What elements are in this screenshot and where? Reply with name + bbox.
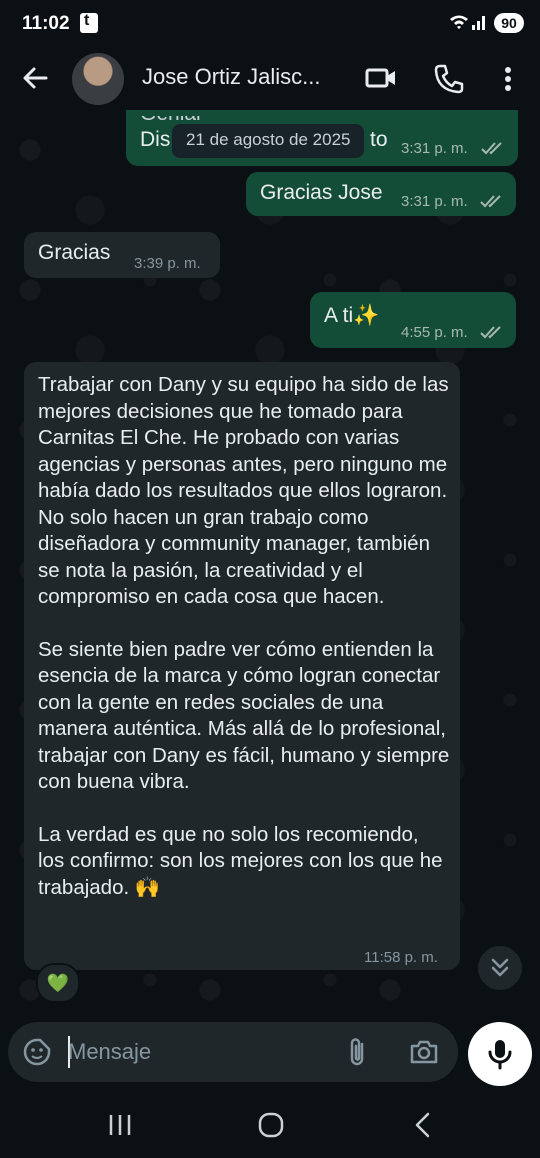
message-paragraph: Se siente bien padre ver cómo entienden … <box>38 637 450 794</box>
camera-button[interactable] <box>408 1036 440 1068</box>
double-chevron-down-icon <box>491 958 509 977</box>
more-vertical-icon <box>505 67 511 91</box>
message-bubble[interactable]: Gracias Jose 3:31 p. m. <box>246 172 516 216</box>
message-paragraph: La verdad es que no solo los recomiendo,… <box>38 822 443 899</box>
sticker-icon <box>23 1038 51 1066</box>
scroll-to-bottom-button[interactable] <box>478 946 522 990</box>
video-call-button[interactable] <box>364 62 398 94</box>
message-input[interactable] <box>68 1032 328 1072</box>
microphone-icon <box>488 1040 512 1070</box>
message-time: 3:31 p. m. <box>401 140 468 157</box>
recent-apps-button[interactable] <box>108 1114 132 1136</box>
message-text-end: to <box>370 128 388 151</box>
paperclip-icon <box>350 1038 364 1066</box>
home-button[interactable] <box>258 1112 284 1138</box>
chat-messages[interactable]: Genial Dis to 3:31 p. m. 21 de agosto de… <box>0 110 540 1022</box>
message-input-container <box>8 1022 458 1082</box>
message-text: Dis <box>140 128 171 151</box>
signal-icon <box>472 14 488 30</box>
phone-icon <box>434 64 464 94</box>
message-time: 11:58 p. m. <box>364 949 438 966</box>
arrow-left-icon <box>23 67 48 89</box>
video-camera-icon <box>365 68 395 88</box>
contact-name[interactable]: Jose Ortiz Jalisc... <box>142 64 320 90</box>
contact-avatar[interactable] <box>72 53 124 105</box>
system-nav-bar <box>0 1092 540 1158</box>
reaction-badge[interactable]: 💚 <box>36 963 80 1003</box>
attach-button[interactable] <box>344 1036 370 1068</box>
voice-message-button[interactable] <box>468 1022 532 1086</box>
double-check-icon <box>481 141 505 155</box>
back-nav-button[interactable] <box>412 1112 432 1138</box>
double-check-icon <box>480 325 504 339</box>
message-bubble[interactable]: A ti✨ 4:55 p. m. <box>310 292 516 348</box>
message-time: 3:39 p. m. <box>134 255 201 272</box>
message-text: A ti✨ <box>324 304 380 327</box>
status-time: 11:02 <box>22 13 70 34</box>
message-text: Trabajar con Dany y su equipo ha sido de… <box>38 372 450 901</box>
compose-bar <box>0 1022 540 1088</box>
home-icon <box>258 1112 284 1138</box>
message-text: Gracias Jose <box>260 181 383 204</box>
wifi-icon <box>449 14 469 30</box>
chevron-left-icon <box>415 1112 430 1138</box>
message-time: 4:55 p. m. <box>401 324 468 341</box>
battery-icon: 90 <box>494 13 524 33</box>
chat-header: Jose Ortiz Jalisc... <box>0 48 540 110</box>
message-time: 3:31 p. m. <box>401 193 468 210</box>
sticker-button[interactable] <box>22 1037 52 1067</box>
date-chip: 21 de agosto de 2025 <box>172 124 365 158</box>
status-bar: 11:02 90 <box>0 0 540 48</box>
double-check-icon <box>480 194 504 208</box>
recent-apps-icon <box>109 1115 131 1135</box>
notification-app-icon <box>80 12 98 33</box>
more-options-button[interactable] <box>496 62 520 96</box>
camera-icon <box>410 1040 438 1064</box>
message-bubble[interactable]: Gracias 3:39 p. m. <box>24 232 220 278</box>
message-text: Gracias <box>38 241 111 264</box>
message-paragraph: Trabajar con Dany y su equipo ha sido de… <box>38 373 449 608</box>
message-bubble[interactable]: Trabajar con Dany y su equipo ha sido de… <box>24 362 460 970</box>
back-button[interactable] <box>18 60 54 96</box>
voice-call-button[interactable] <box>432 62 466 96</box>
